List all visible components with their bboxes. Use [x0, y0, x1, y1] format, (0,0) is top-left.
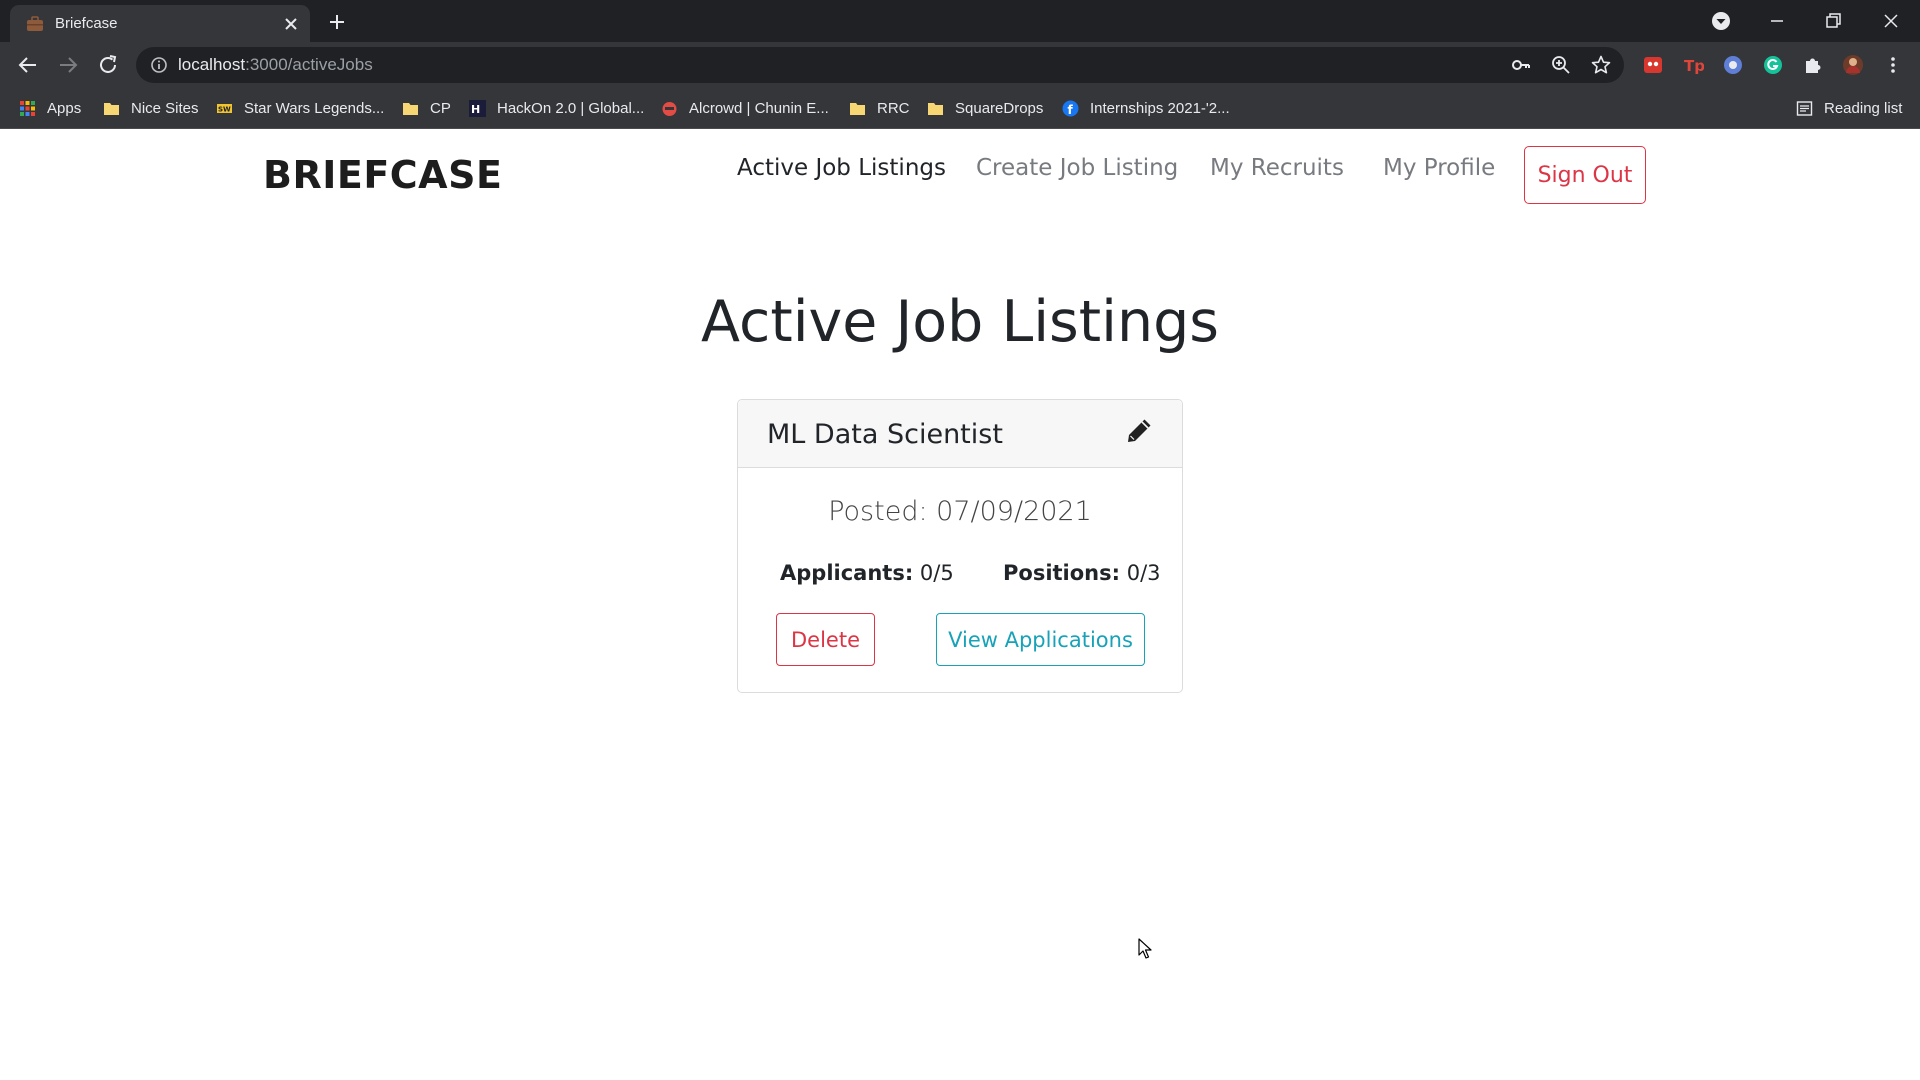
apps-grid-icon	[20, 100, 35, 116]
folder-icon	[928, 102, 943, 115]
zoom-icon[interactable]	[1550, 54, 1572, 76]
address-bar[interactable]: localhost:3000/activeJobs	[136, 47, 1624, 83]
nav-my-recruits[interactable]: My Recruits	[1210, 155, 1344, 181]
delete-button[interactable]: Delete	[776, 613, 875, 666]
folder-icon	[104, 102, 119, 115]
tab-title: Briefcase	[55, 15, 118, 32]
menu-kebab-icon[interactable]	[1882, 54, 1904, 76]
svg-text:H: H	[471, 103, 480, 116]
applicants-count: Applicants: 0/5	[780, 561, 954, 585]
browser-toolbar: localhost:3000/activeJobs Tp	[0, 42, 1920, 88]
close-window-icon[interactable]	[1876, 8, 1906, 34]
job-card-header: ML Data Scientist	[738, 400, 1182, 468]
aicrowd-icon	[662, 101, 677, 116]
bookmark-star-icon[interactable]	[1590, 54, 1612, 76]
bookmark-nice-sites[interactable]: Nice Sites	[103, 88, 199, 128]
browser-tab-strip: Briefcase	[0, 0, 1920, 42]
extension-blue-circle-icon[interactable]	[1722, 54, 1744, 76]
star-wars-icon: SW	[217, 103, 232, 113]
reload-icon[interactable]	[94, 51, 122, 79]
nav-active-job-listings[interactable]: Active Job Listings	[737, 155, 946, 181]
bookmark-star-wars[interactable]: SW Star Wars Legends...	[216, 88, 384, 128]
facebook-icon: f	[1062, 100, 1079, 117]
hackon-icon: H	[469, 99, 486, 117]
profile-avatar-icon[interactable]	[1842, 54, 1864, 76]
reading-list-icon	[1796, 100, 1813, 116]
extension-red-icon[interactable]	[1642, 54, 1664, 76]
folder-icon	[850, 102, 865, 115]
brand-logo[interactable]: BRIEFCASE	[263, 153, 502, 197]
nav-my-profile[interactable]: My Profile	[1383, 155, 1495, 181]
extensions-puzzle-icon[interactable]	[1802, 54, 1824, 76]
password-key-icon[interactable]	[1510, 54, 1532, 76]
browser-tab[interactable]: Briefcase	[10, 5, 310, 42]
url-text[interactable]: localhost:3000/activeJobs	[178, 47, 373, 83]
mouse-cursor-icon	[1138, 938, 1152, 959]
job-title: ML Data Scientist	[767, 419, 1003, 450]
bookmark-apps[interactable]: Apps	[19, 88, 81, 128]
nav-create-job-listing[interactable]: Create Job Listing	[976, 155, 1178, 181]
page-content: BRIEFCASE Active Job Listings Create Job…	[0, 129, 1920, 1080]
job-card: ML Data Scientist Posted: 07/09/2021 App…	[737, 399, 1183, 693]
new-tab-icon[interactable]	[324, 10, 350, 34]
reading-list[interactable]: Reading list	[1796, 88, 1902, 128]
bookmark-internships[interactable]: f Internships 2021-'2...	[1062, 88, 1230, 128]
page-title: Active Job Listings	[701, 289, 1219, 355]
bookmark-rrc[interactable]: RRC	[849, 88, 910, 128]
bookmark-cp[interactable]: CP	[402, 88, 451, 128]
bookmark-squaredrops[interactable]: SquareDrops	[927, 88, 1043, 128]
bookmark-aicrowd[interactable]: Alcrowd | Chunin E...	[661, 88, 829, 128]
bookmarks-bar: Apps Nice Sites SW Star Wars Legends... …	[0, 88, 1920, 129]
folder-icon	[403, 102, 418, 115]
svg-text:Tp: Tp	[1684, 57, 1704, 75]
grammarly-icon[interactable]	[1762, 54, 1784, 76]
posted-date: Posted: 07/09/2021	[828, 496, 1092, 527]
site-info-icon[interactable]	[148, 54, 170, 76]
positions-count: Positions: 0/3	[1003, 561, 1161, 585]
sign-out-button[interactable]: Sign Out	[1524, 146, 1646, 204]
svg-text:SW: SW	[218, 105, 231, 113]
minimize-icon[interactable]	[1762, 8, 1792, 34]
view-applications-button[interactable]: View Applications	[936, 613, 1145, 666]
forward-icon[interactable]	[54, 51, 82, 79]
briefcase-icon	[27, 16, 43, 31]
pencil-edit-icon[interactable]	[1124, 416, 1154, 446]
back-icon[interactable]	[14, 51, 42, 79]
bookmark-hackon[interactable]: H HackOn 2.0 | Global...	[469, 88, 644, 128]
svg-text:f: f	[1068, 103, 1074, 117]
close-tab-icon[interactable]	[280, 13, 302, 35]
restore-icon[interactable]	[1818, 8, 1848, 34]
extension-tp-icon[interactable]: Tp	[1682, 54, 1704, 76]
tab-search-icon[interactable]	[1706, 8, 1736, 34]
